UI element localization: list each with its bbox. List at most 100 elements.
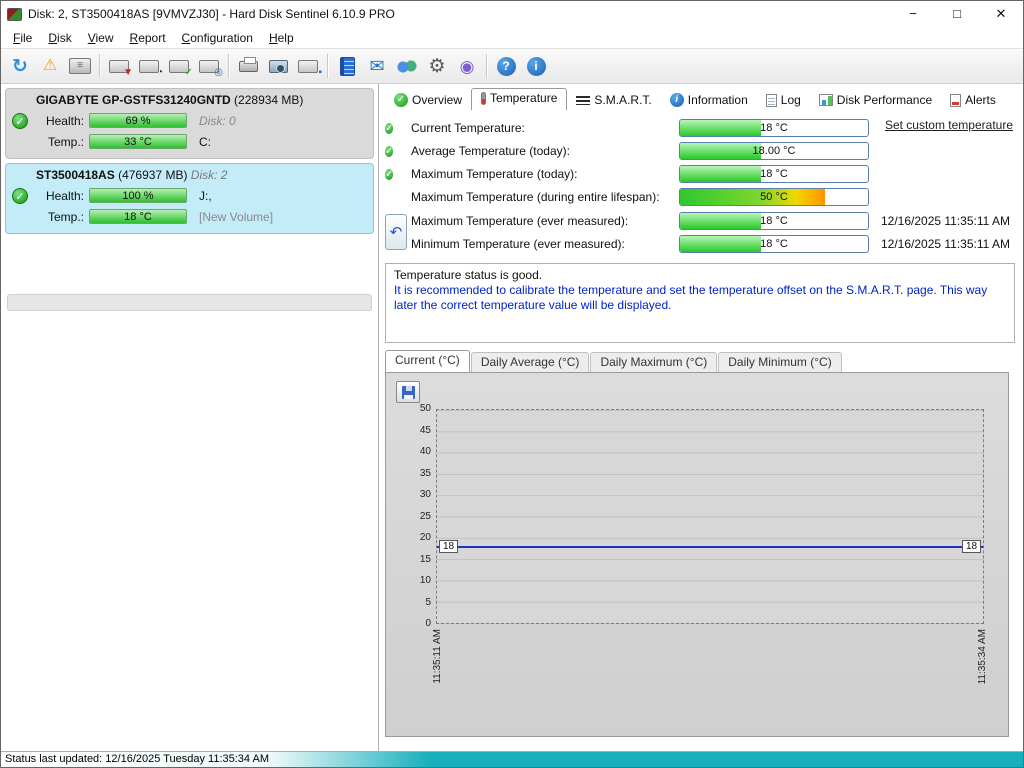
chart-tab-current[interactable]: Current (°C) xyxy=(385,350,470,372)
menu-help[interactable]: Help xyxy=(261,29,302,47)
mail-button[interactable]: ✉ xyxy=(362,51,392,81)
temperature-bar: 18.00 °C xyxy=(679,141,869,160)
status-ok-icon: ✓ xyxy=(385,145,394,157)
disk-save-button[interactable]: ▪ xyxy=(293,51,323,81)
menu-disk[interactable]: Disk xyxy=(40,29,79,47)
warning-icon: ⚠ xyxy=(42,57,58,74)
reset-temperature-button[interactable]: ↶ xyxy=(385,214,407,250)
health-row: ✓ Health: 69 % Disk: 0 xyxy=(12,110,367,131)
drive-letter: J:, xyxy=(199,188,212,203)
temp-row-max-ever: Maximum Temperature (ever measured): 18 … xyxy=(411,211,1010,230)
alerts-icon xyxy=(950,93,962,107)
settings-button[interactable]: ⚙ xyxy=(422,51,452,81)
x-axis-label-start: 11:35:11 AM xyxy=(432,629,443,684)
disk-card-0[interactable]: GIGABYTE GP-GSTFS31240GNTD (228934 MB) ✓… xyxy=(5,88,374,159)
disk-surface-button[interactable]: ≡ xyxy=(65,51,95,81)
set-custom-temperature-link[interactable]: Set custom temperature xyxy=(885,118,1013,132)
help-button[interactable]: ? xyxy=(491,51,521,81)
temperature-bar: 18 °C xyxy=(679,164,869,183)
tab-information[interactable]: i Information xyxy=(661,91,757,110)
printer-icon xyxy=(238,56,258,72)
help-icon: ? xyxy=(496,56,516,76)
refresh-button[interactable]: ↻ xyxy=(5,51,35,81)
toolbar-separator xyxy=(486,54,487,78)
toolbar: ↻ ⚠ ≡ ▼ ◔ ✓ ◎ ▪ ✉ ⚙ ◉ ? i xyxy=(1,48,1023,84)
disk-search-button[interactable]: ◎ xyxy=(194,51,224,81)
app-icon xyxy=(7,7,22,21)
temp-row-min-ever: Minimum Temperature (ever measured): 18 … xyxy=(411,234,1010,253)
disk-card-1[interactable]: ST3500418AS (476937 MB) Disk: 2 ✓ Health… xyxy=(5,163,374,234)
toolbar-separator xyxy=(228,54,229,78)
disk-search-icon: ◎ xyxy=(199,59,223,77)
save-chart-button[interactable] xyxy=(396,381,420,403)
health-bar: 69 % xyxy=(89,113,187,128)
disk-schedule-button[interactable]: ◔ xyxy=(134,51,164,81)
temp-label: Temp.: xyxy=(47,209,84,224)
report-icon xyxy=(339,56,355,76)
main-panel: ✓ Overview Temperature S.M.A.R.T. i Inform… xyxy=(379,84,1023,751)
information-icon: i xyxy=(669,93,684,107)
disk-remove-button[interactable]: ▼ xyxy=(104,51,134,81)
status-text: Temperature status is good. xyxy=(394,268,543,282)
disk-title: ST3500418AS (476937 MB) Disk: 2 xyxy=(36,168,228,182)
status-ok-icon: ✓ xyxy=(385,122,394,134)
network-button[interactable] xyxy=(392,51,422,81)
tab-temperature[interactable]: Temperature xyxy=(471,88,568,110)
report-button[interactable] xyxy=(332,51,362,81)
temperature-bar: 18 °C xyxy=(679,118,869,137)
disk-list-sidebar: GIGABYTE GP-GSTFS31240GNTD (228934 MB) ✓… xyxy=(1,84,379,751)
drive-letter: C: xyxy=(199,134,211,149)
info-button[interactable]: i xyxy=(521,51,551,81)
tab-overview[interactable]: ✓ Overview xyxy=(385,91,471,110)
temperature-chart-panel: 50 45 40 35 30 25 20 15 10 5 0 18 18 11:… xyxy=(385,372,1009,737)
temperature-status-box: Temperature status is good. It is recomm… xyxy=(385,263,1015,343)
close-button[interactable]: ✕ xyxy=(979,1,1023,27)
temp-bar: 33 °C xyxy=(89,134,187,149)
chart-tab-daily-average[interactable]: Daily Average (°C) xyxy=(470,352,590,372)
tab-alerts[interactable]: Alerts xyxy=(941,91,1005,110)
chart-tab-daily-minimum[interactable]: Daily Minimum (°C) xyxy=(718,352,842,372)
temperature-series-line: 18 18 xyxy=(437,540,983,554)
plot-area: 18 18 xyxy=(436,409,984,624)
end-value-marker: 18 xyxy=(962,540,981,554)
mail-icon: ✉ xyxy=(369,56,385,76)
chart-tab-strip: Current (°C) Daily Average (°C) Daily Ma… xyxy=(385,350,1017,372)
menu-report[interactable]: Report xyxy=(122,29,174,47)
tools-button[interactable]: ◉ xyxy=(452,51,482,81)
drive-icon: ≡ xyxy=(69,58,91,74)
plot-wrapper: 50 45 40 35 30 25 20 15 10 5 0 18 18 11:… xyxy=(420,403,988,684)
disk-accept-button[interactable]: ✓ xyxy=(164,51,194,81)
refresh-warning-button[interactable]: ⚠ xyxy=(35,51,65,81)
health-bar: 100 % xyxy=(89,188,187,203)
screenshot-button[interactable] xyxy=(263,51,293,81)
print-button[interactable] xyxy=(233,51,263,81)
temp-row-average: ✓ Average Temperature (today): 18.00 °C xyxy=(385,139,1017,162)
temp-ever-measured-group: ↶ Maximum Temperature (ever measured): 1… xyxy=(385,209,1017,255)
menu-configuration[interactable]: Configuration xyxy=(174,29,261,47)
save-icon xyxy=(401,385,415,399)
y-axis-ticks: 50 45 40 35 30 25 20 15 10 5 0 xyxy=(419,403,431,629)
restore-button[interactable]: □ xyxy=(935,1,979,27)
chart-tab-daily-maximum[interactable]: Daily Maximum (°C) xyxy=(590,352,718,372)
menu-view[interactable]: View xyxy=(80,29,122,47)
info-icon: i xyxy=(526,56,546,76)
tab-log[interactable]: Log xyxy=(757,91,810,110)
refresh-icon: ↻ xyxy=(12,55,28,77)
temperature-bar: 18 °C xyxy=(679,211,869,230)
measurement-date: 12/16/2025 11:35:11 AM xyxy=(881,236,1010,251)
disk-clock-icon: ◔ xyxy=(139,59,163,77)
status-ok-icon: ✓ xyxy=(385,168,394,180)
tab-smart[interactable]: S.M.A.R.T. xyxy=(567,91,660,110)
tab-disk-performance[interactable]: Disk Performance xyxy=(810,91,941,110)
menu-file[interactable]: File xyxy=(5,29,40,47)
temp-row: Temp.: 33 °C C: xyxy=(12,131,367,152)
disk-save-icon: ▪ xyxy=(298,59,322,77)
status-recommendation: It is recommended to calibrate the tempe… xyxy=(394,283,988,312)
status-bar: Status last updated: 12/16/2025 Tuesday … xyxy=(1,751,1023,767)
network-icon xyxy=(396,58,418,74)
camera-icon xyxy=(268,59,288,73)
minimize-button[interactable]: − xyxy=(891,1,935,27)
title-bar: Disk: 2, ST3500418AS [9VMVZJ30] - Hard D… xyxy=(1,1,1023,27)
temperature-bar: 18 °C xyxy=(679,234,869,253)
temp-label: Temp.: xyxy=(47,134,84,149)
